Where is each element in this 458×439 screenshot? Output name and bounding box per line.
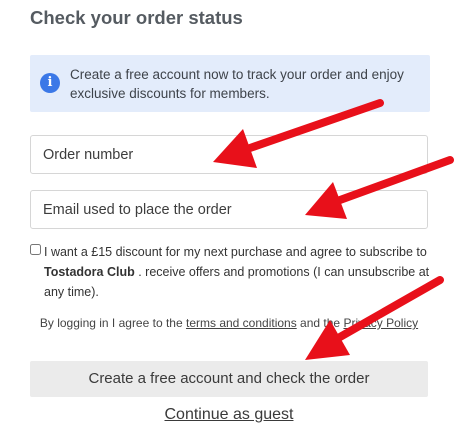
terms-link[interactable]: terms and conditions: [186, 316, 297, 330]
info-text: Create a free account now to track your …: [70, 67, 404, 101]
info-banner: i Create a free account now to track you…: [30, 55, 430, 112]
continue-as-guest-link[interactable]: Continue as guest: [0, 406, 458, 424]
order-number-input[interactable]: [31, 136, 427, 173]
consent-checkbox[interactable]: [30, 244, 41, 255]
page-title: Check your order status: [30, 7, 243, 28]
privacy-policy-link[interactable]: Privacy Policy: [343, 316, 418, 330]
create-account-button[interactable]: Create a free account and check the orde…: [30, 361, 428, 397]
legal-notice: By logging in I agree to the terms and c…: [30, 314, 428, 333]
consent-text: I want a £15 discount for my next purcha…: [44, 242, 439, 302]
email-input[interactable]: [31, 191, 427, 228]
club-name: Tostadora Club: [44, 265, 135, 279]
order-number-field[interactable]: [30, 135, 428, 174]
legal-text-start: By logging in I agree to the: [39, 316, 186, 330]
consent-text-start: I want a £15 discount for my next purcha…: [44, 245, 427, 259]
legal-text-mid: and the: [296, 316, 344, 330]
email-field[interactable]: [30, 190, 428, 229]
info-icon: i: [40, 73, 60, 93]
